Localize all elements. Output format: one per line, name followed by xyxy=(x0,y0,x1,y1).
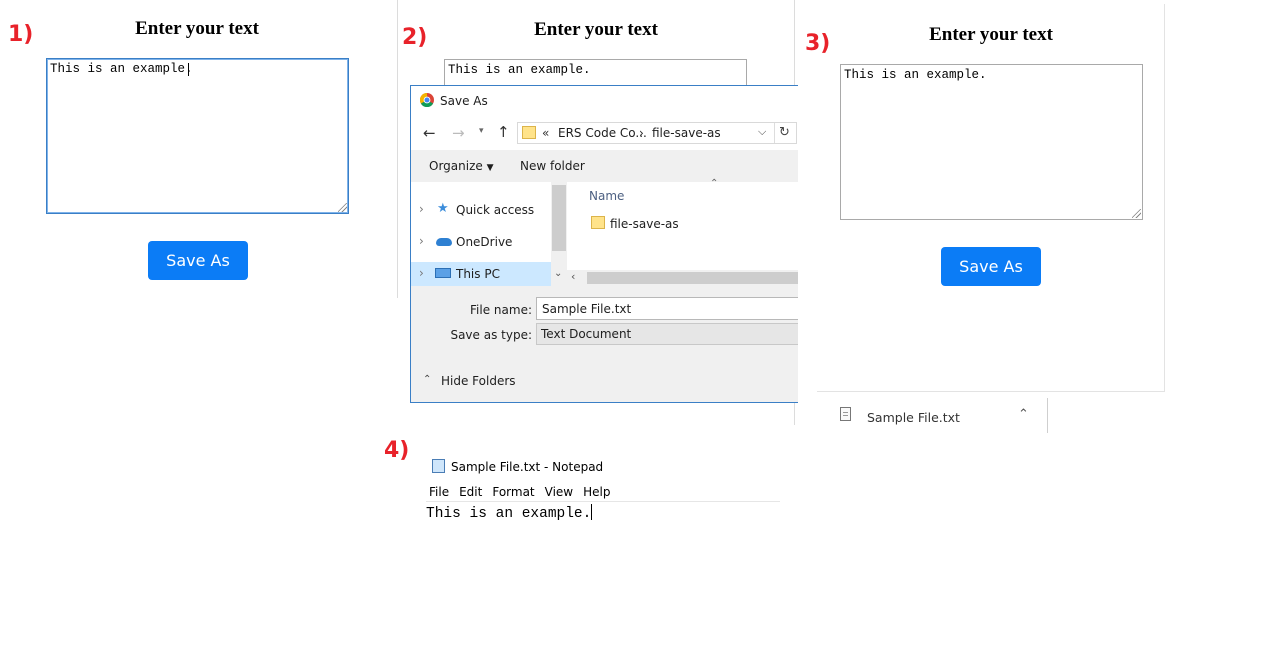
resize-grip-icon[interactable] xyxy=(338,203,347,212)
notepad-content[interactable]: This is an example. xyxy=(426,504,593,522)
download-divider xyxy=(1047,398,1048,433)
download-item-name[interactable]: Sample File.txt xyxy=(867,410,960,425)
breadcrumb-separator: › xyxy=(639,126,644,140)
file-name-label: File name: xyxy=(470,303,532,317)
file-list: ⌃ Name file-save-as ‹ xyxy=(567,178,798,286)
expand-chevron-icon[interactable]: › xyxy=(419,202,424,216)
text-input[interactable]: This is an example. xyxy=(46,58,349,214)
step-label-3: 3) xyxy=(805,31,831,56)
save-as-dialog: Save As ← → ▾ ↑ « ERS Code Co... › file-… xyxy=(410,85,798,403)
text-input[interactable]: This is an example. xyxy=(840,64,1143,220)
expand-chevron-icon[interactable]: › xyxy=(419,266,424,280)
folder-icon xyxy=(591,216,605,229)
menu-edit[interactable]: Edit xyxy=(459,485,482,499)
page-heading: Enter your text xyxy=(135,18,259,39)
scroll-down-icon[interactable]: ⌄ xyxy=(554,268,562,279)
save-as-button[interactable]: Save As xyxy=(941,247,1041,286)
nav-item-onedrive[interactable]: OneDrive xyxy=(456,235,512,249)
breadcrumb-item[interactable]: file-save-as xyxy=(652,126,721,140)
step-label-2: 2) xyxy=(402,25,428,50)
organize-menu[interactable]: Organize ▼ xyxy=(429,159,494,173)
save-as-button[interactable]: Save As xyxy=(148,241,248,280)
menu-view[interactable]: View xyxy=(545,485,573,499)
save-type-value: Text Document xyxy=(541,327,632,341)
panel-divider xyxy=(397,0,398,298)
dialog-toolbar: Organize ▼ New folder xyxy=(411,150,798,182)
panel-divider xyxy=(794,403,795,425)
menu-file[interactable]: File xyxy=(429,485,449,499)
dialog-footer: File name: Sample File.txt Save as type:… xyxy=(411,286,798,402)
file-item[interactable]: file-save-as xyxy=(610,217,679,231)
file-name-value: Sample File.txt xyxy=(542,302,632,316)
breadcrumb-prefix: « xyxy=(542,126,550,140)
panel-border xyxy=(1164,4,1165,392)
text-input-value: This is an example. xyxy=(844,68,987,82)
notepad-text: This is an example. xyxy=(426,506,592,522)
chevron-up-icon: ⌃ xyxy=(423,374,432,385)
save-type-select[interactable]: Text Document xyxy=(536,323,798,345)
text-caret xyxy=(591,504,593,520)
up-arrow-icon[interactable]: ↑ xyxy=(497,123,510,141)
forward-arrow-icon[interactable]: → xyxy=(452,124,465,142)
step-label-4: 4) xyxy=(384,438,410,463)
column-header-name[interactable]: Name xyxy=(589,189,624,203)
step-label-1: 1) xyxy=(8,22,34,47)
horizontal-scrollbar[interactable]: ‹ xyxy=(567,270,798,286)
scrollbar-thumb[interactable] xyxy=(587,272,798,284)
nav-item-quick-access[interactable]: Quick access xyxy=(456,203,534,217)
menu-help[interactable]: Help xyxy=(583,485,610,499)
navigation-pane: › ★ Quick access › OneDrive › This PC xyxy=(411,182,551,286)
sort-up-icon: ⌃ xyxy=(710,178,719,189)
menu-separator xyxy=(426,501,780,502)
notepad-title: Sample File.txt - Notepad xyxy=(451,460,604,474)
breadcrumb-item[interactable]: ERS Code Co... xyxy=(558,126,647,140)
chevron-up-icon[interactable]: ⌃ xyxy=(1018,407,1029,422)
scroll-left-icon[interactable]: ‹ xyxy=(571,270,575,283)
scrollbar-thumb[interactable] xyxy=(552,185,566,251)
chrome-icon xyxy=(420,93,434,107)
notepad-icon xyxy=(432,459,445,473)
panel-border xyxy=(817,391,1165,392)
hide-folders-button[interactable]: Hide Folders xyxy=(441,374,516,388)
resize-grip-icon[interactable] xyxy=(1132,209,1141,218)
cloud-icon xyxy=(436,238,452,246)
text-input-value: This is an example. xyxy=(448,63,591,77)
notepad-menu-bar: File Edit Format View Help xyxy=(429,485,620,499)
folder-icon xyxy=(522,126,536,139)
nav-scrollbar[interactable]: ⌄ xyxy=(551,182,567,286)
address-dropdown-icon[interactable]: ⌵ xyxy=(758,125,766,139)
computer-icon xyxy=(435,268,451,278)
menu-format[interactable]: Format xyxy=(492,485,534,499)
refresh-icon[interactable]: ↻ xyxy=(779,125,790,140)
new-folder-button[interactable]: New folder xyxy=(520,159,585,173)
star-icon: ★ xyxy=(437,201,449,216)
panel-divider xyxy=(794,0,795,86)
panel-border xyxy=(1164,24,1168,58)
file-name-field[interactable]: Sample File.txt xyxy=(536,297,798,320)
text-input-value: This is an example. xyxy=(50,62,193,76)
expand-chevron-icon[interactable]: › xyxy=(419,234,424,248)
address-bar[interactable]: « ERS Code Co... › file-save-as ⌵ ↻ xyxy=(517,122,797,144)
page-heading: Enter your text xyxy=(534,19,658,40)
save-type-label: Save as type: xyxy=(450,328,532,342)
text-caret xyxy=(188,63,189,76)
page-heading: Enter your text xyxy=(929,24,1053,45)
nav-item-this-pc[interactable]: This PC xyxy=(456,267,500,281)
back-arrow-icon[interactable]: ← xyxy=(423,124,436,142)
file-icon xyxy=(840,407,851,421)
recent-chevron-icon[interactable]: ▾ xyxy=(479,126,484,136)
dialog-title: Save As xyxy=(440,94,488,108)
